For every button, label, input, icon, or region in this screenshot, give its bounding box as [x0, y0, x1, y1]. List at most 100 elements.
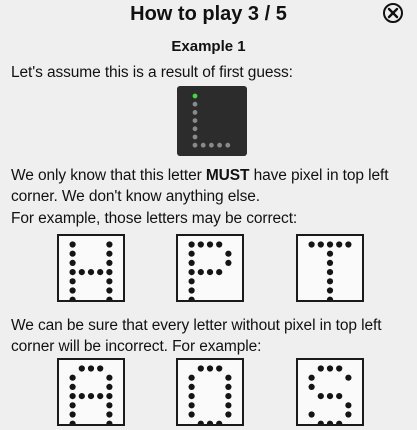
explanation-emphasis: MUST — [205, 167, 250, 184]
pixel-dot — [317, 393, 324, 400]
pixel-dot — [106, 402, 113, 409]
pixel-dot — [188, 287, 195, 294]
pixel-dot — [216, 420, 223, 424]
pixel-dot — [106, 420, 113, 424]
pixel-dot — [206, 269, 214, 276]
pixel-dot — [69, 259, 76, 266]
pixel-dot — [188, 411, 195, 418]
pixel-dot — [192, 110, 198, 115]
pixel-dot — [106, 269, 113, 276]
pixel-dot — [225, 374, 232, 381]
explanation-paragraph: We only know that this letter MUST have … — [11, 165, 411, 207]
pixel-dot — [69, 420, 76, 424]
pixel-dot — [188, 269, 195, 276]
pixel-dot — [308, 411, 315, 418]
pixel-dot — [326, 269, 334, 276]
letter-tile-a — [57, 358, 125, 426]
pixel-dot — [106, 374, 113, 381]
pixel-dot — [78, 393, 85, 400]
intro-text: Let's assume this is a result of first g… — [11, 64, 293, 81]
pixel-dot — [97, 365, 104, 372]
pixel-dot — [216, 241, 223, 248]
pixel-dot — [188, 393, 195, 400]
pixel-dot — [326, 420, 334, 424]
pixel-dot — [106, 259, 113, 266]
pixel-dot — [78, 365, 85, 372]
pixel-dot — [106, 241, 113, 248]
pixel-dot — [106, 278, 113, 285]
pixel-dot — [188, 259, 195, 266]
pixel-dot — [87, 365, 95, 372]
pixel-dot — [326, 278, 334, 285]
pixel-dot — [192, 101, 198, 107]
letter-tile-t — [296, 234, 364, 302]
pixel-dot — [197, 269, 204, 276]
pixel-dot — [216, 269, 223, 276]
pixel-dot — [78, 269, 85, 276]
pixel-dot — [197, 365, 204, 372]
pixel-dot — [197, 241, 204, 248]
pixel-dot — [69, 296, 76, 300]
pixel-dot — [69, 250, 76, 257]
guess-result-tile — [177, 86, 247, 156]
pixel-dot — [188, 241, 195, 248]
pixel-dot — [326, 365, 334, 372]
letter-tile-o — [176, 358, 244, 426]
pixel-dot — [345, 411, 352, 418]
letter-tile-h — [57, 234, 125, 302]
example-heading: Example 1 — [171, 38, 246, 55]
pixel-dot — [345, 374, 352, 381]
pixel-dot — [69, 241, 76, 248]
pixel-dot — [336, 420, 343, 424]
pixel-dot — [326, 393, 334, 400]
pixel-dot — [206, 241, 214, 248]
pixel-dot — [345, 402, 352, 409]
dialog-title: How to play 3 / 5 — [130, 3, 287, 25]
incorrect-examples-text: We can be sure that every letter without… — [11, 317, 382, 355]
pixel-dot — [192, 93, 198, 99]
letter-tile-s — [296, 358, 364, 426]
pixel-dot — [336, 241, 343, 248]
pixel-dot — [317, 365, 324, 372]
pixel-dot — [225, 250, 232, 257]
pixel-dot — [69, 393, 76, 400]
pixel-dot — [188, 278, 195, 285]
pixel-dot — [217, 142, 222, 148]
pixel-dot — [317, 241, 324, 248]
pixel-dot — [192, 118, 198, 123]
pixel-dot — [106, 287, 113, 294]
correct-examples-text: For example, those letters may be correc… — [11, 210, 298, 227]
pixel-dot — [206, 365, 214, 372]
pixel-dot — [225, 402, 232, 409]
pixel-dot — [69, 383, 76, 390]
pixel-dot — [326, 287, 334, 294]
pixel-dot — [192, 134, 198, 140]
pixel-dot — [345, 241, 352, 248]
pixel-dot — [209, 142, 214, 148]
pixel-dot — [192, 126, 198, 132]
pixel-dot — [69, 411, 76, 418]
pixel-dot — [97, 393, 104, 400]
pixel-dot — [69, 278, 76, 285]
pixel-dot — [225, 383, 232, 390]
pixel-dot — [336, 365, 343, 372]
pixel-dot — [106, 393, 113, 400]
pixel-dot — [317, 420, 324, 424]
close-icon[interactable] — [382, 2, 404, 24]
pixel-dot — [69, 374, 76, 381]
letter-tile-p — [176, 234, 244, 302]
pixel-dot — [87, 393, 95, 400]
pixel-dot — [97, 269, 104, 276]
pixel-dot — [225, 259, 232, 266]
pixel-dot — [106, 411, 113, 418]
pixel-dot — [206, 420, 214, 424]
pixel-dot — [69, 287, 76, 294]
pixel-dot — [326, 241, 334, 248]
pixel-dot — [200, 142, 206, 148]
pixel-dot — [188, 374, 195, 381]
pixel-dot — [69, 269, 76, 276]
pixel-dot — [326, 259, 334, 266]
pixel-dot — [308, 374, 315, 381]
pixel-dot — [225, 142, 231, 148]
pixel-dot — [188, 383, 195, 390]
